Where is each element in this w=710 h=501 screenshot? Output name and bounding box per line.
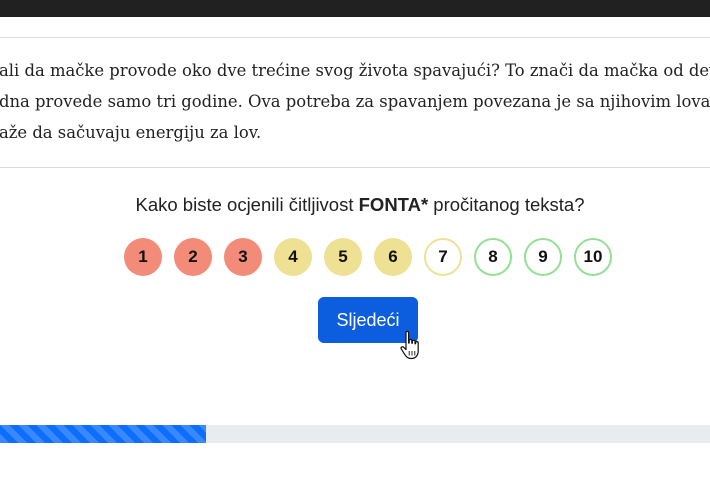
rating-question: Kako biste ocjenili čitljivost FONTA* pr… — [0, 194, 710, 216]
rating-option-9[interactable]: 9 — [524, 238, 562, 276]
rating-option-5[interactable]: 5 — [324, 238, 362, 276]
passage-line-3: aže da sačuvaju energiju za lov. — [0, 123, 262, 142]
hand-pointer-icon — [400, 330, 419, 360]
divider-top — [0, 37, 710, 38]
rating-option-3[interactable]: 3 — [224, 238, 262, 276]
question-font-emphasis: FONTA* — [358, 194, 429, 215]
question-text-start: Kako biste ocjenili čitljivost — [135, 194, 359, 215]
rating-option-4[interactable]: 4 — [274, 238, 312, 276]
rating-option-10[interactable]: 10 — [574, 238, 612, 276]
rating-scale: 1 2 3 4 5 6 7 8 9 10 — [0, 238, 710, 278]
rating-option-6[interactable]: 6 — [374, 238, 412, 276]
progress-bar-fill — [0, 425, 206, 443]
passage-line-2: dna provede samo tri godine. Ova potreba… — [0, 92, 710, 111]
rating-option-1[interactable]: 1 — [124, 238, 162, 276]
question-text-end: pročitanog teksta? — [428, 194, 585, 215]
reading-passage: ali da mačke provode oko dve trećine svo… — [0, 55, 710, 148]
rating-option-2[interactable]: 2 — [174, 238, 212, 276]
rating-option-8[interactable]: 8 — [474, 238, 512, 276]
divider-bottom — [0, 167, 710, 168]
progress-bar — [0, 425, 710, 443]
rating-option-7[interactable]: 7 — [424, 238, 462, 276]
top-bar — [0, 0, 710, 17]
passage-line-1: ali da mačke provode oko dve trećine svo… — [0, 61, 710, 80]
